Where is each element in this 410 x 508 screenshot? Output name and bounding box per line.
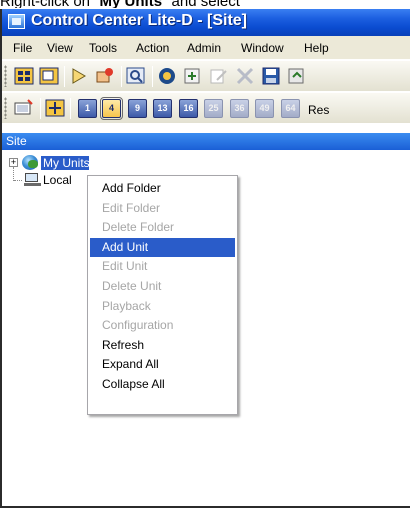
title-bar[interactable]: Control Center Lite-D - [Site] xyxy=(2,9,410,36)
tree-node-local[interactable]: Local xyxy=(43,173,87,187)
fullscreen-icon[interactable] xyxy=(45,99,65,117)
app-window: Control Center Lite-D - [Site] File View… xyxy=(0,9,410,508)
menu-admin[interactable]: Admin xyxy=(187,41,221,55)
layout-4-button[interactable]: 4 xyxy=(100,97,123,120)
menu-item-delete-folder[interactable]: Delete Folder xyxy=(90,218,235,238)
caption-prefix: Right-click on " xyxy=(0,0,100,8)
toolbar-separator xyxy=(40,98,41,119)
connect-icon[interactable] xyxy=(287,67,307,85)
toolbar-separator xyxy=(70,98,71,119)
caption-suffix: " and select xyxy=(162,0,240,8)
menu-bar: File View Tools Action Admin Window Help xyxy=(2,36,410,59)
layout-16-button[interactable]: 16 xyxy=(179,99,198,118)
layout-25-button[interactable]: 25 xyxy=(204,99,223,118)
tree-connector xyxy=(14,180,22,181)
window-title: Control Center Lite-D - [Site] xyxy=(31,12,247,29)
layout-icon[interactable] xyxy=(14,67,34,85)
edit-icon[interactable] xyxy=(209,67,229,85)
toolbar-separator xyxy=(152,66,153,87)
menu-help[interactable]: Help xyxy=(304,41,329,55)
toolbar-separator xyxy=(64,66,65,87)
layout-1-button[interactable]: 1 xyxy=(78,99,97,118)
globe-icon xyxy=(22,155,38,170)
menu-window[interactable]: Window xyxy=(241,41,284,55)
toolbar-separator xyxy=(121,66,122,87)
site-panel-header: Site xyxy=(2,133,410,150)
layout-64-button[interactable]: 64 xyxy=(281,99,300,118)
menu-item-edit-unit[interactable]: Edit Unit xyxy=(90,257,235,277)
site-header-label: Site xyxy=(6,134,27,148)
search-icon[interactable] xyxy=(126,67,146,85)
camera-icon[interactable] xyxy=(157,67,177,85)
menu-item-add-unit[interactable]: Add Unit xyxy=(90,237,235,258)
menu-item-collapse-all[interactable]: Collapse All xyxy=(90,375,235,395)
add-icon[interactable] xyxy=(183,67,203,85)
expand-toggle[interactable]: + xyxy=(9,158,18,167)
caption-bold-target: My Units xyxy=(100,0,163,8)
menu-file[interactable]: File xyxy=(13,41,32,55)
display-icon[interactable] xyxy=(14,99,34,117)
toolbar-grip[interactable] xyxy=(4,97,7,119)
menu-tools[interactable]: Tools xyxy=(89,41,117,55)
delete-icon[interactable] xyxy=(235,67,255,85)
tree-connector xyxy=(13,167,14,181)
layout-toolbar: 1 4 9 13 16 25 36 49 64 Res xyxy=(2,92,410,123)
menu-item-playback[interactable]: Playback xyxy=(90,297,235,317)
menu-action[interactable]: Action xyxy=(136,41,169,55)
menu-item-add-folder[interactable]: Add Folder xyxy=(90,179,235,199)
menu-view[interactable]: View xyxy=(47,41,73,55)
context-menu: Add Folder Edit Folder Delete Folder Add… xyxy=(87,175,238,415)
app-icon xyxy=(8,14,25,29)
computer-icon xyxy=(24,173,41,187)
layout-9-button[interactable]: 9 xyxy=(128,99,147,118)
menu-item-edit-folder[interactable]: Edit Folder xyxy=(90,199,235,219)
main-toolbar xyxy=(2,60,410,91)
toolbar-grip[interactable] xyxy=(4,65,7,87)
layout-13-button[interactable]: 13 xyxy=(153,99,172,118)
menu-item-configuration[interactable]: Configuration xyxy=(90,316,235,336)
hand-icon[interactable] xyxy=(95,67,115,85)
tree-node-my-units[interactable]: My Units xyxy=(41,156,89,170)
layout-49-button[interactable]: 49 xyxy=(255,99,274,118)
resolution-label[interactable]: Res xyxy=(308,103,329,117)
menu-item-expand-all[interactable]: Expand All xyxy=(90,355,235,375)
menu-item-refresh[interactable]: Refresh xyxy=(90,336,235,356)
save-icon[interactable] xyxy=(261,67,281,85)
play-icon[interactable] xyxy=(69,67,89,85)
monitor-icon[interactable] xyxy=(39,67,59,85)
menu-item-delete-unit[interactable]: Delete Unit xyxy=(90,277,235,297)
layout-36-button[interactable]: 36 xyxy=(230,99,249,118)
instruction-caption: Right-click on "My Units" and select xyxy=(0,0,410,8)
